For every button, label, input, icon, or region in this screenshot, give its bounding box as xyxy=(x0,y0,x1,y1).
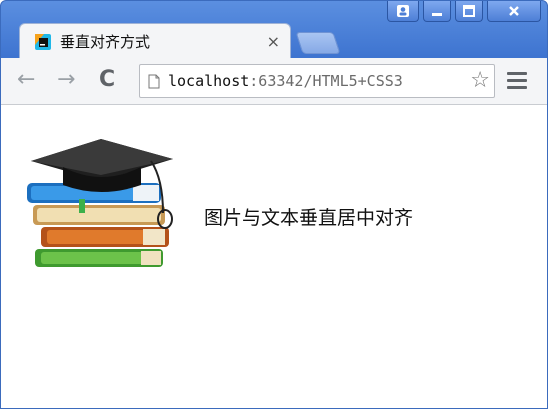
forward-arrow-icon[interactable]: → xyxy=(57,67,75,93)
user-icon[interactable] xyxy=(387,1,419,22)
url-path: :63342/HTML5+CSS3 xyxy=(249,72,403,90)
reload-icon[interactable]: C xyxy=(99,67,115,93)
minimize-icon[interactable] xyxy=(423,1,451,22)
menu-icon[interactable] xyxy=(507,72,527,90)
tab-title: 垂直对齐方式 xyxy=(60,33,151,51)
close-icon[interactable] xyxy=(487,1,541,22)
window-controls xyxy=(387,1,541,22)
back-arrow-icon[interactable]: ← xyxy=(17,67,35,93)
books-graduation-cap-image xyxy=(27,139,173,267)
url-host: localhost xyxy=(168,72,250,90)
page-icon xyxy=(148,74,160,88)
page-content: 图片与文本垂直居中对齐 xyxy=(1,105,547,408)
new-tab-button[interactable] xyxy=(295,32,341,54)
browser-window: 垂直对齐方式 × ← → C localhost:63342/HTML5+CSS… xyxy=(0,0,548,409)
maximize-icon[interactable] xyxy=(455,1,483,22)
url-text[interactable]: localhost:63342/HTML5+CSS3 xyxy=(168,72,403,90)
browser-toolbar: ← → C localhost:63342/HTML5+CSS3 ☆ xyxy=(1,58,547,105)
tab-active[interactable]: 垂直对齐方式 × xyxy=(19,23,291,59)
address-bar[interactable]: localhost:63342/HTML5+CSS3 ☆ xyxy=(139,64,495,98)
webstorm-favicon-icon xyxy=(35,33,51,50)
tab-close-icon[interactable]: × xyxy=(267,32,280,51)
bookmark-star-icon[interactable]: ☆ xyxy=(470,68,490,93)
aligned-caption-text: 图片与文本垂直居中对齐 xyxy=(204,207,414,229)
